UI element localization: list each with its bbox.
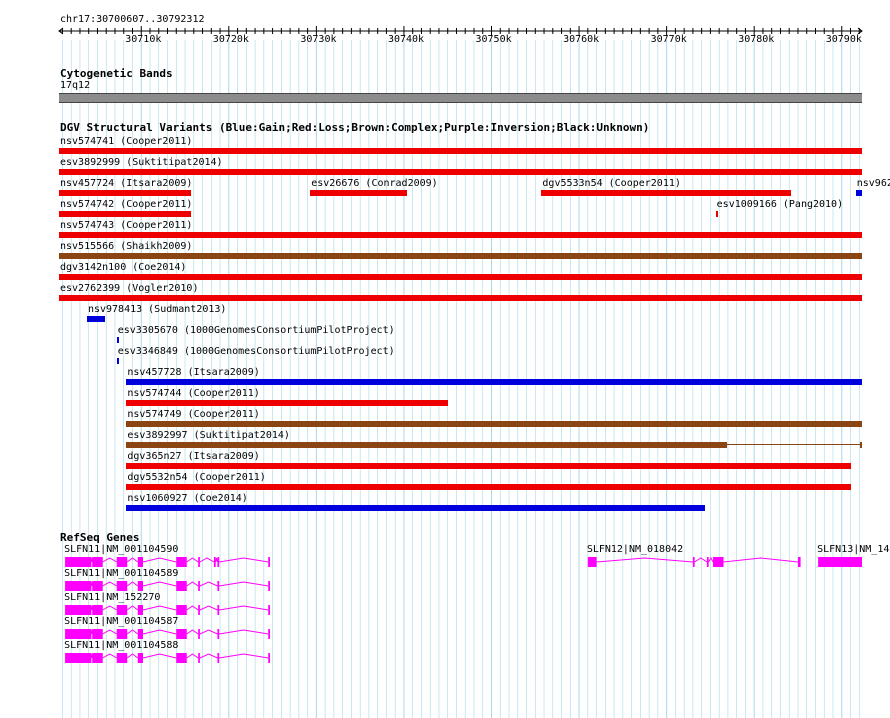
- variant-bar[interactable]: [126, 400, 448, 406]
- variant-label: nsv574743 (Cooper2011): [60, 220, 193, 231]
- cytoband-label: 17q12: [60, 80, 91, 91]
- variant-bar[interactable]: [541, 190, 791, 196]
- variant-bar[interactable]: [59, 169, 862, 175]
- ruler-tick-label: 30760k: [563, 34, 600, 45]
- variant-label: esv3305670 (1000GenomesConsortiumPilotPr…: [117, 325, 395, 336]
- variant-bar[interactable]: [59, 253, 862, 259]
- track-title-dgv: DGV Structural Variants (Blue:Gain;Red:L…: [60, 121, 650, 134]
- variant-label: esv3892997 (Suktitipat2014): [127, 430, 290, 441]
- variant-label: nsv978413 (Sudmant2013): [87, 304, 227, 315]
- variant-bar[interactable]: [116, 337, 120, 343]
- variant-bar[interactable]: [59, 211, 192, 217]
- variant-bar[interactable]: [86, 316, 106, 322]
- ruler-tick-label: 30710k: [125, 34, 162, 45]
- ruler-tick-label: 30740k: [387, 34, 425, 45]
- gene-label: SLFN13|NM_1446: [817, 544, 890, 555]
- variant-label: nsv574749 (Cooper2011): [127, 409, 260, 420]
- variant-label: nsv457728 (Itsara2009): [127, 367, 260, 378]
- variant-label: dgv5532n54 (Cooper2011): [127, 472, 266, 483]
- variant-subfeature-end[interactable]: [860, 442, 862, 448]
- variant-bar[interactable]: [855, 190, 862, 196]
- variant-bar[interactable]: [126, 442, 728, 448]
- variant-subfeature-line[interactable]: [727, 444, 862, 445]
- variant-bar[interactable]: [59, 190, 192, 196]
- variant-label: nsv1060927 (Coe2014): [127, 493, 248, 504]
- variant-label: esv1009166 (Pang2010): [716, 199, 844, 210]
- variant-label: nsv574741 (Cooper2011): [60, 136, 193, 147]
- gene-label: SLFN11|NM_001104588: [64, 640, 179, 651]
- ruler-tick-label: 30780k: [738, 34, 775, 45]
- variant-bar[interactable]: [59, 295, 862, 301]
- variant-label: dgv365n27 (Itsara2009): [127, 451, 260, 462]
- variant-bar[interactable]: [59, 274, 862, 280]
- gene-label: SLFN11|NM_001104589: [64, 568, 179, 579]
- variant-label: nsv962: [856, 178, 890, 189]
- variant-label: esv26676 (Conrad2009): [311, 178, 438, 189]
- variant-label: nsv574742 (Cooper2011): [60, 199, 193, 210]
- variant-label: nsv457724 (Itsara2009): [60, 178, 193, 189]
- variant-label: dgv5533n54 (Cooper2011): [542, 178, 681, 189]
- variant-label: esv3346849 (1000GenomesConsortiumPilotPr…: [117, 346, 395, 357]
- ruler-tick-label: 30790k: [825, 34, 862, 45]
- variant-label: esv2762399 (Vogler2010): [60, 283, 199, 294]
- variant-bar[interactable]: [126, 379, 862, 385]
- gene-label: SLFN11|NM_152270: [64, 592, 161, 603]
- genome-grid: [58, 26, 863, 718]
- gene-label: SLFN11|NM_001104590: [64, 544, 179, 555]
- ruler-tick-label: 30750k: [475, 34, 512, 45]
- variant-label: dgv3142n100 (Coe2014): [60, 262, 187, 273]
- gene-label: SLFN11|NM_001104587: [64, 616, 179, 627]
- ruler-tick-label: 30720k: [212, 34, 249, 45]
- cytoband-bar[interactable]: [59, 93, 862, 103]
- variant-bar[interactable]: [59, 148, 862, 154]
- gene-label: SLFN12|NM_018042: [586, 544, 684, 555]
- variant-bar[interactable]: [116, 358, 120, 364]
- variant-bar[interactable]: [715, 211, 719, 217]
- variant-bar[interactable]: [310, 190, 408, 196]
- variant-bar[interactable]: [126, 463, 851, 469]
- variant-label: esv3892999 (Suktitipat2014): [60, 157, 223, 168]
- track-title-cytobands: Cytogenetic Bands: [60, 67, 173, 80]
- ruler-tick-label: 30730k: [300, 34, 337, 45]
- ruler-tick-label: 30770k: [650, 34, 687, 45]
- position-label: chr17:30700607..30792312: [60, 14, 205, 25]
- variant-label: nsv574744 (Cooper2011): [127, 388, 260, 399]
- variant-bar[interactable]: [126, 484, 851, 490]
- variant-bar[interactable]: [126, 421, 862, 427]
- variant-bar[interactable]: [59, 232, 862, 238]
- track-title-refseq: RefSeq Genes: [60, 531, 140, 544]
- variant-label: nsv515566 (Shaikh2009): [60, 241, 193, 252]
- variant-bar[interactable]: [126, 505, 706, 511]
